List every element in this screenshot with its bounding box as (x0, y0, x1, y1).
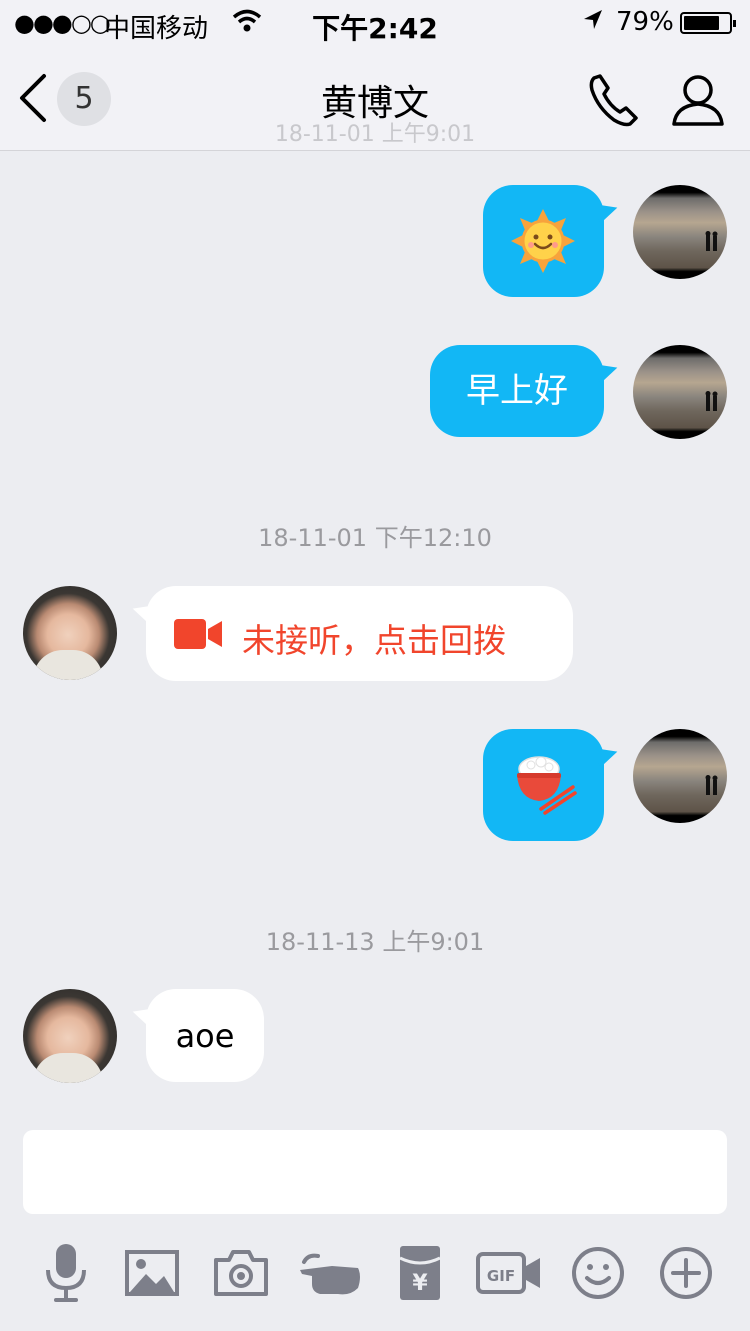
missed-call-bubble[interactable]: 未接听，点击回拨 (146, 586, 573, 681)
contact-avatar[interactable] (23, 989, 117, 1083)
red-packet-icon[interactable]: ¥ (390, 1242, 450, 1304)
rice-bowl-emoji (517, 756, 577, 815)
emoji-icon[interactable] (568, 1242, 628, 1304)
incoming-message-bubble[interactable]: aoe (146, 989, 264, 1082)
microphone-icon[interactable] (36, 1242, 96, 1304)
poke-icon[interactable] (298, 1242, 364, 1304)
missed-call-text: 未接听，点击回拨 (242, 621, 506, 660)
video-camera-icon (174, 619, 222, 649)
message-timestamp: 18-11-13 上午9:01 (265, 928, 485, 956)
my-avatar[interactable] (633, 345, 727, 439)
message-input[interactable] (23, 1130, 727, 1214)
gif-icon[interactable]: GIF (476, 1242, 544, 1304)
outgoing-message-bubble[interactable] (483, 729, 604, 841)
contact-profile-icon[interactable] (668, 70, 728, 130)
camera-icon[interactable] (211, 1242, 271, 1304)
phone-icon[interactable] (584, 70, 644, 130)
outgoing-message-bubble[interactable] (483, 185, 604, 297)
plus-icon[interactable] (656, 1242, 716, 1304)
battery-percent: 79% (616, 7, 674, 37)
status-bar: ●●●○○ 中国移动 下午2:42 79% (0, 0, 750, 46)
message-timestamp: 18-11-01 下午12:10 (258, 524, 492, 552)
sun-face-emoji (511, 209, 575, 273)
image-icon[interactable] (122, 1242, 182, 1304)
outgoing-message-bubble[interactable]: 早上好 (430, 345, 604, 437)
message-text: aoe (175, 1017, 235, 1055)
chat-header: 18-11-01 上午9:01 5 黄博文 (0, 46, 750, 151)
svg-text:¥: ¥ (412, 1271, 428, 1296)
svg-text:GIF: GIF (487, 1267, 515, 1285)
battery-icon (680, 12, 736, 34)
location-arrow-icon (582, 8, 604, 38)
contact-avatar[interactable] (23, 586, 117, 680)
my-avatar[interactable] (633, 729, 727, 823)
my-avatar[interactable] (633, 185, 727, 279)
message-text: 早上好 (466, 371, 568, 411)
